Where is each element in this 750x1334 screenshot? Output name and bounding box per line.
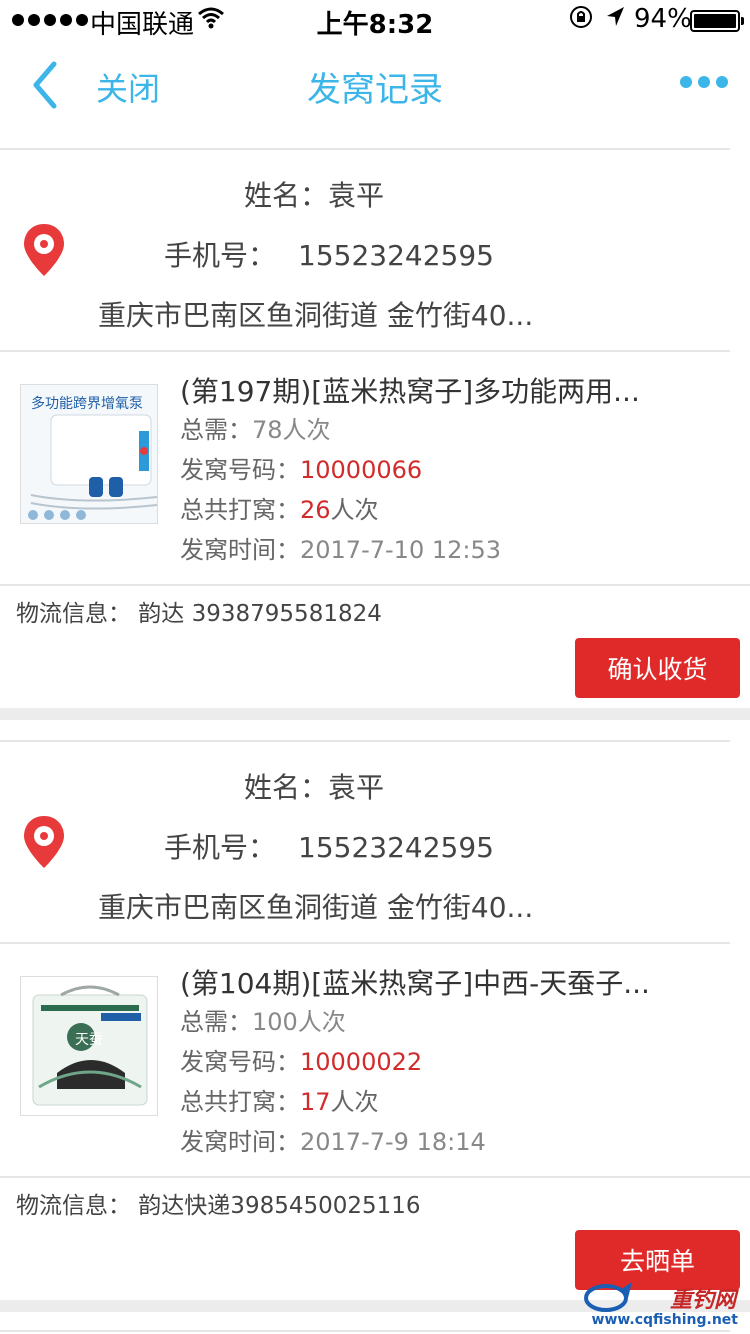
site-watermark: 重钓网 www.cqfishing.net bbox=[584, 1280, 744, 1330]
delivery-address: 重庆市巴南区鱼洞街道 金竹街40... bbox=[98, 891, 534, 924]
divider bbox=[0, 1176, 750, 1178]
confirm-receipt-button[interactable]: 确认收货 bbox=[575, 638, 740, 698]
product-title[interactable]: (第197期)[蓝米热窝子]多功能两用... bbox=[180, 370, 640, 410]
delivery-time: 发窝时间：2017-7-9 18:14 bbox=[180, 1128, 486, 1156]
recipient-phone: 手机号： 15523242595 bbox=[164, 831, 494, 864]
delivery-code: 发窝号码：10000066 bbox=[180, 456, 423, 484]
watermark-url: www.cqfishing.net bbox=[591, 1312, 738, 1328]
watermark-text: 重钓网 bbox=[669, 1288, 736, 1313]
close-button[interactable]: 关闭 bbox=[96, 64, 160, 110]
product-image-caption: 天蚕 bbox=[75, 1032, 103, 1048]
back-chevron-icon[interactable] bbox=[28, 60, 68, 110]
delivery-address: 重庆市巴南区鱼洞街道 金竹街40... bbox=[98, 299, 534, 332]
location-pin-icon bbox=[22, 814, 66, 870]
total-required: 总需：100人次 bbox=[180, 1008, 346, 1036]
more-options-icon[interactable] bbox=[680, 76, 728, 88]
order-card: 姓名：袁平 手机号： 15523242595 重庆市巴南区鱼洞街道 金竹街40..… bbox=[0, 150, 750, 708]
delivery-time: 发窝时间：2017-7-10 12:53 bbox=[180, 536, 501, 564]
location-pin-icon bbox=[22, 222, 66, 278]
location-arrow-icon bbox=[604, 4, 626, 37]
total-participations: 总共打窝：26人次 bbox=[180, 496, 379, 524]
product-image-caption: 多功能跨界增氧泵 bbox=[31, 396, 143, 412]
recipient-phone: 手机号： 15523242595 bbox=[164, 239, 494, 272]
watermark-logo-icon bbox=[584, 1282, 632, 1312]
status-bar: 中国联通 上午8:32 94% bbox=[0, 0, 750, 40]
recipient-name: 姓名：袁平 bbox=[244, 771, 385, 804]
divider bbox=[0, 350, 730, 352]
total-required: 总需：78人次 bbox=[180, 416, 331, 444]
total-participations: 总共打窝：17人次 bbox=[180, 1088, 379, 1116]
divider bbox=[0, 942, 730, 944]
delivery-code: 发窝号码：10000022 bbox=[180, 1048, 423, 1076]
logistics-info: 物流信息： 韵达快递3985450025116 bbox=[16, 1193, 421, 1219]
product-title[interactable]: (第104期)[蓝米热窝子]中西-天蚕子... bbox=[180, 962, 650, 1002]
order-card: 姓名：袁平 手机号： 15523242595 重庆市巴南区鱼洞街道 金竹街40..… bbox=[0, 742, 750, 1300]
divider bbox=[0, 1330, 730, 1332]
battery-percentage: 94% bbox=[634, 4, 692, 34]
rotation-lock-icon bbox=[568, 4, 594, 37]
product-image[interactable]: 天蚕 bbox=[20, 976, 158, 1116]
battery-icon bbox=[690, 10, 744, 32]
navigation-bar: 关闭 发窝记录 bbox=[0, 40, 750, 130]
product-image[interactable]: 多功能跨界增氧泵 bbox=[20, 384, 158, 524]
divider bbox=[0, 584, 750, 586]
recipient-name: 姓名：袁平 bbox=[244, 179, 385, 212]
section-separator bbox=[0, 708, 750, 720]
logistics-info: 物流信息： 韵达 3938795581824 bbox=[16, 601, 382, 627]
